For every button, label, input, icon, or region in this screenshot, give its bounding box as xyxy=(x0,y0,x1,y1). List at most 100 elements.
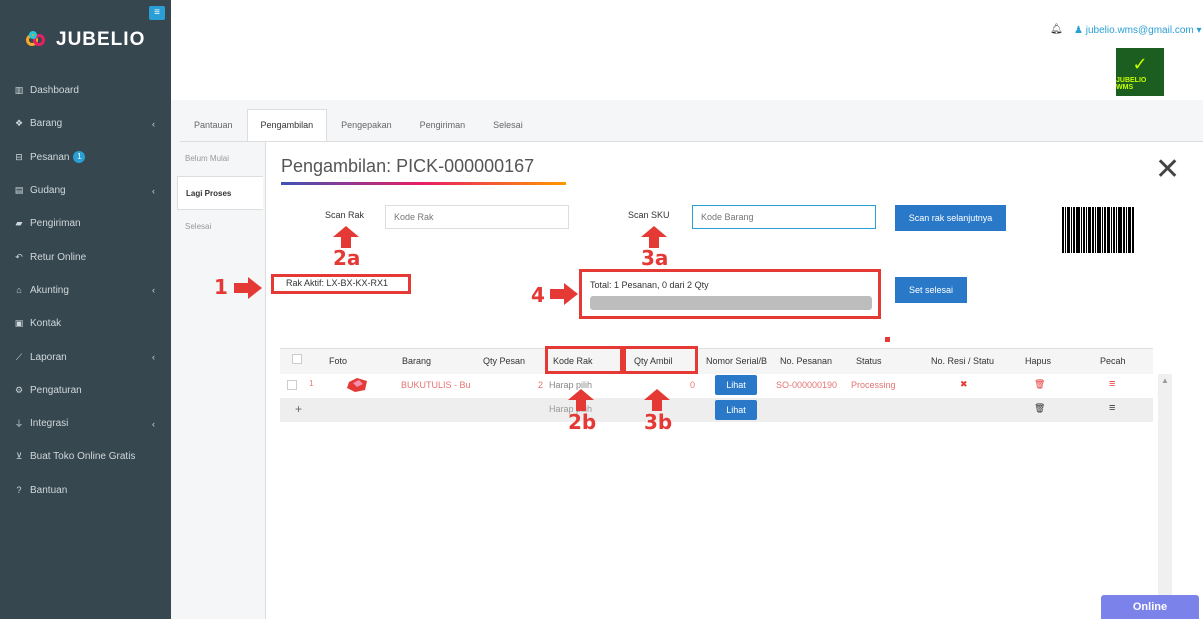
sidebar-item-laporan[interactable]: ⟋ Laporan ‹ xyxy=(0,340,171,373)
notification-badge: 1 xyxy=(73,151,86,164)
annotation-arrow-up-icon xyxy=(333,226,359,248)
row-checkbox[interactable] xyxy=(287,380,297,390)
user-icon: ♟ xyxy=(1074,25,1083,36)
scan-next-rack-button[interactable]: Scan rak selanjutnya xyxy=(895,205,1006,231)
sidebar-item-gudang[interactable]: ▤ Gudang ‹ xyxy=(0,174,171,207)
tab-pengepakan[interactable]: Pengepakan xyxy=(327,109,406,142)
tab-pengiriman[interactable]: Pengiriman xyxy=(406,109,480,142)
split-icon[interactable]: ≡ xyxy=(1109,402,1115,414)
delete-icon[interactable]: 🗑︎ xyxy=(1034,403,1045,414)
reply-icon: ↶ xyxy=(15,251,23,262)
sidebar: JUBELIO ≡ ▥ Dashboard ❖ Barang ‹ ⊟ Pesanan 1 … xyxy=(0,0,171,619)
add-row-button[interactable]: + xyxy=(295,402,302,416)
product-photo xyxy=(347,378,367,392)
serial-lihat-button[interactable]: Lihat xyxy=(715,375,757,395)
sidebar-item-kontak[interactable]: ▣ Kontak xyxy=(0,307,171,340)
sidebar-item-label: Retur Online xyxy=(30,251,87,263)
caret-down-icon: ▾ xyxy=(1196,25,1202,36)
bank-icon: ⌂ xyxy=(16,285,22,296)
plug-icon: ⏚ xyxy=(14,419,24,430)
sidebar-item-label: Pengaturan xyxy=(30,384,82,396)
scan-rak-input[interactable] xyxy=(385,205,569,229)
select-all-checkbox[interactable] xyxy=(292,354,302,364)
sidebar-item-label: Integrasi xyxy=(30,418,69,430)
sidebar-item-retur-online[interactable]: ↶ Retur Online xyxy=(0,240,171,273)
delete-icon[interactable]: 🗑︎ xyxy=(1034,379,1045,390)
menu-toggle-icon[interactable]: ≡ xyxy=(149,6,165,20)
cogs-icon: ⚙ xyxy=(14,384,24,395)
title-underline xyxy=(281,182,566,185)
workflow-tabs: Pantauan Pengambilan Pengepakan Pengirim… xyxy=(180,109,537,142)
sidebar-item-label: Pesanan xyxy=(30,151,70,163)
col-header-no-resi: No. Resi / Statu xyxy=(931,356,995,366)
building-icon: ▤ xyxy=(14,185,24,196)
chevron-left-icon: ‹ xyxy=(152,352,155,363)
annotation-label-3b: 3b xyxy=(644,410,673,434)
order-status: Processing xyxy=(851,380,896,390)
sidebar-item-buat-toko[interactable]: ⊻ Buat Toko Online Gratis xyxy=(0,440,171,473)
chevron-left-icon: ‹ xyxy=(152,185,155,196)
sidebar-item-bantuan[interactable]: ? Bantuan xyxy=(0,474,171,507)
sidebar-item-label: Laporan xyxy=(30,351,67,363)
chevron-left-icon: ‹ xyxy=(152,285,155,296)
serial-lihat-button[interactable]: Lihat xyxy=(715,400,757,420)
annotation-arrow-up-icon xyxy=(641,226,667,248)
annotation-label-3a: 3a xyxy=(641,246,669,270)
sidebar-item-label: Buat Toko Online Gratis xyxy=(30,451,136,463)
basket-icon: ⊟ xyxy=(15,151,23,162)
scan-sku-input[interactable] xyxy=(692,205,876,229)
substatus-belum-mulai[interactable]: Belum Mulai xyxy=(177,142,263,176)
sidebar-item-label: Pengiriman xyxy=(30,218,81,230)
split-icon[interactable]: ≡ xyxy=(1109,378,1115,390)
qty-ambil-value[interactable]: 0 xyxy=(690,380,695,390)
order-number[interactable]: SO-000000190 xyxy=(776,380,837,390)
line-chart-icon: ⟋ xyxy=(15,351,23,362)
annotation-arrow-up-icon xyxy=(568,389,594,411)
truck-icon: ▰ xyxy=(15,218,23,229)
scan-rak-label: Scan Rak xyxy=(325,210,365,220)
tab-pengambilan[interactable]: Pengambilan xyxy=(246,109,328,142)
annotation-label-2a: 2a xyxy=(333,246,361,270)
user-menu[interactable]: ♟ jubelio.wms@gmail.com ▾ xyxy=(1074,25,1202,36)
modal-title: Pengambilan: PICK-000000167 xyxy=(281,156,535,176)
sidebar-item-barang[interactable]: ❖ Barang ‹ xyxy=(0,107,171,140)
sidebar-item-label: Dashboard xyxy=(30,85,79,97)
sidebar-item-dashboard[interactable]: ▥ Dashboard xyxy=(0,74,171,107)
col-header-barang: Barang xyxy=(402,356,432,366)
wms-logo: ✓ JUBELIO WMS xyxy=(1116,48,1164,96)
sidebar-item-label: Akunting xyxy=(30,284,69,296)
col-header-hapus: Hapus xyxy=(1025,356,1052,366)
wms-logo-label: JUBELIO WMS xyxy=(1116,77,1147,91)
brand-logo[interactable]: JUBELIO xyxy=(26,29,145,51)
sidebar-item-pengaturan[interactable]: ⚙ Pengaturan xyxy=(0,374,171,407)
col-header-status: Status xyxy=(856,356,882,366)
chevron-left-icon: ‹ xyxy=(152,118,155,129)
table-scrollbar[interactable]: ▲ xyxy=(1158,374,1172,619)
tab-pantauan[interactable]: Pantauan xyxy=(180,109,247,142)
wms-logo-icon: ✓ xyxy=(1132,54,1148,74)
sidebar-item-label: Barang xyxy=(30,118,63,130)
tab-selesai[interactable]: Selesai xyxy=(479,109,537,142)
annotation-label-4: 4 xyxy=(531,283,545,307)
scan-sku-label: Scan SKU xyxy=(628,210,670,220)
online-chat-button[interactable]: Online xyxy=(1101,595,1199,619)
annotation-label-2b: 2b xyxy=(568,410,597,434)
product-name: BUKUTULIS - Bu xyxy=(401,380,471,390)
sidebar-item-pesanan[interactable]: ⊟ Pesanan 1 xyxy=(0,141,171,174)
substatus-lagi-proses[interactable]: Lagi Proses xyxy=(177,176,263,210)
question-icon: ? xyxy=(16,485,22,496)
set-done-button[interactable]: Set selesai xyxy=(895,277,967,303)
sidebar-item-pengiriman[interactable]: ▰ Pengiriman xyxy=(0,207,171,240)
sidebar-item-label: Bantuan xyxy=(30,484,68,496)
annotation-arrow-right-icon xyxy=(234,277,262,299)
row-number: 1 xyxy=(309,379,314,388)
annotation-highlight-box xyxy=(579,269,881,319)
col-header-foto: Foto xyxy=(329,356,348,366)
sidebar-item-integrasi[interactable]: ⏚ Integrasi ‹ xyxy=(0,407,171,440)
annotation-highlight-box xyxy=(623,346,698,374)
scroll-up-icon[interactable]: ▲ xyxy=(1158,376,1172,385)
sidebar-item-akunting[interactable]: ⌂ Akunting ‹ xyxy=(0,274,171,307)
bell-icon[interactable]: 🔔︎ xyxy=(1050,24,1063,35)
close-icon[interactable]: ✕ xyxy=(1155,152,1180,187)
substatus-selesai[interactable]: Selesai xyxy=(177,210,263,244)
